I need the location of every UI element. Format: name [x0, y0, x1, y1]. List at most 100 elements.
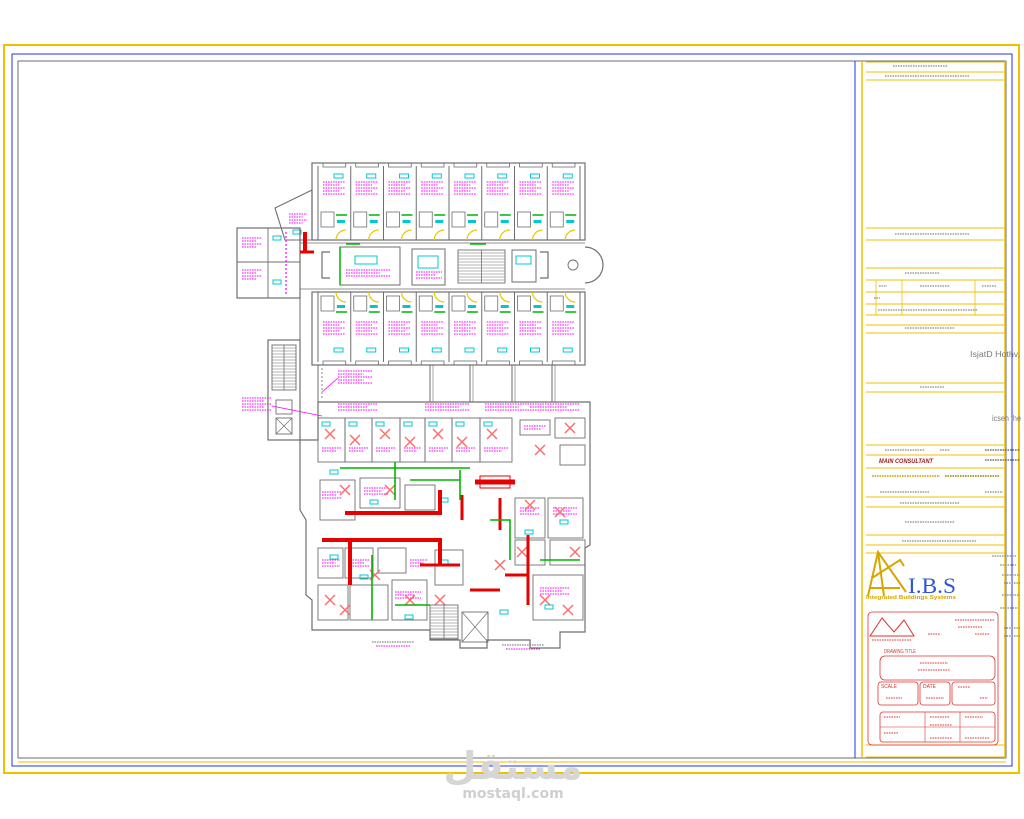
project-description-text: icsen the [992, 414, 1021, 423]
bathroom [386, 211, 400, 228]
supply-diffuser [524, 529, 534, 535]
room-label [349, 447, 368, 452]
window-bay [551, 162, 576, 168]
left-wing [236, 189, 314, 299]
supply-diffuser [464, 347, 475, 353]
room-label [519, 321, 542, 335]
door-swing [400, 291, 412, 303]
room-label [421, 321, 443, 335]
room-outline [359, 477, 401, 509]
lower-stair [429, 604, 459, 640]
room-outline [559, 444, 586, 466]
room-outline [404, 484, 436, 511]
guest-room-bottom [320, 291, 347, 366]
stair-core [457, 249, 506, 284]
supply-diffuser [530, 173, 540, 179]
guest-room-top [353, 162, 380, 241]
door-swing [368, 291, 379, 303]
guest-room-top [451, 162, 478, 241]
exhaust-grille [435, 220, 444, 223]
room-outline [479, 417, 513, 463]
supply-diffuser [559, 519, 569, 525]
window-bay [551, 360, 576, 366]
door-swing [335, 291, 347, 303]
service-room [424, 417, 453, 463]
supply-diffuser [329, 554, 339, 560]
guest-room-bottom [353, 291, 380, 366]
guest-room-top [484, 162, 511, 241]
supply-diffuser [333, 347, 344, 353]
supply-diffuser [562, 173, 573, 179]
supply-diffuser [431, 347, 442, 353]
room-label [484, 447, 508, 452]
exhaust-fan-mark [534, 444, 546, 456]
supply-diffuser [399, 173, 409, 179]
room-outline [532, 574, 584, 621]
door-swing [499, 291, 510, 303]
room-label [429, 447, 448, 452]
outer-sheet-border [3, 44, 1020, 774]
bathroom [320, 211, 335, 228]
floor-plan [236, 162, 604, 650]
exhaust-fan-mark [434, 594, 446, 606]
room-label [486, 321, 509, 335]
exhaust-fan-mark [564, 422, 576, 434]
window-bay [519, 162, 543, 168]
side-room-block [236, 227, 301, 299]
exhaust-grille [500, 220, 509, 223]
exhaust-grille [566, 305, 575, 308]
bathroom [418, 295, 433, 312]
room-label [376, 447, 396, 452]
exhaust-grille [533, 220, 542, 223]
room-label [350, 559, 370, 567]
sheet-number-box [951, 681, 996, 706]
guest-room-top [386, 162, 413, 241]
window-bay [420, 162, 445, 168]
corridor-niche [540, 251, 549, 279]
window-bay [453, 162, 478, 168]
supply-diffuser [329, 469, 339, 475]
service-room [344, 417, 373, 463]
supply-diffuser [366, 173, 377, 179]
supply-duct [322, 538, 442, 565]
exhaust-fan-mark [324, 428, 336, 440]
room-label [552, 321, 574, 335]
exhaust-grille [369, 220, 378, 223]
supply-diffuser [497, 173, 508, 179]
exhaust-fan-mark [539, 594, 551, 606]
supply-diffuser [354, 255, 378, 265]
lift-lobby [411, 248, 446, 286]
main-consultant-label: MAIN CONSULTANT [879, 459, 934, 465]
bathroom [353, 295, 368, 312]
room-label [322, 559, 340, 567]
room-label [456, 447, 476, 452]
bathroom [517, 211, 531, 228]
exhaust-grille [500, 305, 509, 308]
date-label: DATE [923, 684, 937, 690]
exhaust-fan-mark [349, 434, 361, 446]
window-bay [420, 360, 445, 366]
room-outline [549, 539, 586, 566]
exhaust-grille [435, 305, 444, 308]
exhaust-fan-mark [404, 594, 416, 606]
bathroom [320, 295, 335, 312]
room-label [355, 181, 378, 195]
room-label [540, 587, 570, 595]
guest-room-top [517, 162, 544, 241]
supply-diffuser [544, 604, 554, 610]
guest-room-top [418, 162, 446, 241]
scale-label: SCALE [881, 684, 898, 690]
bathroom [451, 211, 466, 228]
exhaust-grille [402, 305, 411, 308]
exhaust-fan-mark [432, 428, 444, 440]
room-label [388, 321, 411, 335]
bathroom [418, 211, 433, 228]
drawing-frame [17, 60, 1007, 759]
exhaust-fan-mark [339, 484, 351, 496]
guest-room-wing [300, 162, 586, 366]
window-bay [355, 360, 379, 366]
window-bay [355, 162, 379, 168]
supply-diffuser [483, 421, 493, 427]
room-label [416, 271, 442, 279]
corridor-core [321, 243, 604, 286]
